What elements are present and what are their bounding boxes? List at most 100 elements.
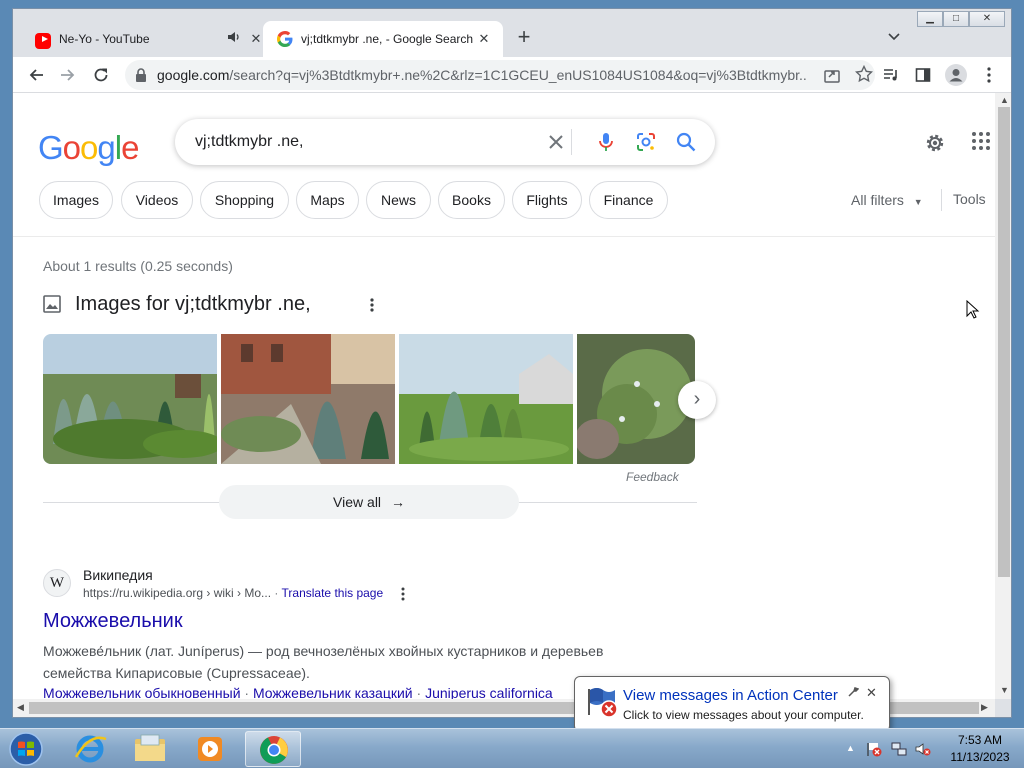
close-window-button[interactable]: ✕ [969,11,1005,27]
search-icon[interactable] [675,131,697,153]
clear-search-icon[interactable] [545,131,567,153]
chip-books[interactable]: Books [438,181,505,219]
chip-news[interactable]: News [366,181,431,219]
image-icon [43,295,61,313]
translate-link[interactable]: Translate this page [282,586,384,600]
address-bar[interactable]: google.com/search?q=vj%3Btdtkmybr+.ne%2C… [125,60,875,90]
file-explorer-icon[interactable] [122,731,178,767]
profile-avatar[interactable] [944,63,968,87]
image-result-thumbnail[interactable] [399,334,573,464]
options-wrench-icon[interactable] [847,685,860,697]
notification-close-button[interactable]: ✕ [866,685,877,701]
view-all-label: View all [333,494,382,510]
result-snippet: Можжеве́льник (лат. Juníperus) — род веч… [43,643,604,681]
feedback-link[interactable]: Feedback [626,470,679,484]
share-icon[interactable] [823,66,841,89]
tab-search-icon[interactable] [885,27,903,45]
internet-explorer-icon[interactable] [62,731,118,767]
all-filters-button[interactable]: All filters ▼ [851,192,923,208]
chip-videos[interactable]: Videos [121,181,193,219]
header-divider [13,236,995,237]
network-tray-icon[interactable] [891,741,907,757]
search-divider [571,129,572,155]
wikipedia-favicon[interactable]: W [43,569,71,597]
result-sitelinks: Можжевельник обыкновенный · Можжевельник… [43,685,553,699]
menu-kebab-icon[interactable] [977,63,1001,87]
voice-search-icon[interactable] [595,131,617,153]
action-center-flag-icon [585,685,619,719]
taskbar: ▲ 7:53 AM 11/13/2023 [0,728,1024,768]
media-player-icon[interactable] [182,731,238,767]
url-path: /search?q=vj%3Btdtkmybr+.ne%2C&rlz=1C1GC… [229,67,807,83]
side-panel-icon[interactable] [911,63,935,87]
sitelink[interactable]: Можжевельник обыкновенный [43,685,241,699]
sitelink-separator: · [416,685,426,699]
caret-down-icon: ▼ [913,197,923,207]
image-result-thumbnail[interactable] [43,334,217,464]
tab-title: vj;tdtkmybr .ne, - Google Search [301,32,474,46]
google-logo[interactable]: Google [38,129,139,167]
maximize-button[interactable]: □ [943,11,969,27]
volume-muted-tray-icon[interactable] [915,741,931,757]
result-site-name[interactable]: Википедия [83,567,153,583]
speaker-icon[interactable] [225,30,243,48]
tab-title: Ne-Yo - YouTube [59,32,150,46]
sitelink[interactable]: Можжевельник казацкий [253,685,413,699]
youtube-icon [35,33,51,49]
url-host: google.com [157,67,230,83]
browser-toolbar: google.com/search?q=vj%3Btdtkmybr+.ne%2C… [13,57,1011,93]
scroll-right-icon[interactable]: ▶ [981,702,988,713]
clock-date[interactable]: 11/13/2023 [940,750,1020,764]
filter-divider [941,189,942,211]
url-text[interactable]: google.com/search?q=vj%3Btdtkmybr+.ne%2C… [157,67,807,83]
more-options-icon[interactable] [369,297,379,313]
vertical-scroll-thumb[interactable] [998,107,1010,577]
notification-text: Click to view messages about your comput… [623,708,864,722]
reload-button[interactable] [89,63,113,87]
action-center-tray-icon[interactable] [866,741,882,757]
sitelink[interactable]: Juniperus californica [425,685,553,699]
chip-maps[interactable]: Maps [296,181,359,219]
bookmark-star-icon[interactable] [854,64,874,88]
chip-shopping[interactable]: Shopping [200,181,289,219]
result-title-link[interactable]: Можжевельник [43,610,183,633]
next-images-button[interactable]: › [678,381,716,419]
tab-google-search[interactable]: vj;tdtkmybr .ne, - Google Search ✕ [263,21,503,57]
minimize-button[interactable]: ▁ [917,11,943,27]
search-box[interactable]: vj;tdtkmybr .ne, [175,119,715,165]
notification-title[interactable]: View messages in Action Center [623,687,838,704]
scroll-up-icon[interactable]: ▲ [1000,95,1009,105]
scroll-left-icon[interactable]: ◀ [17,702,24,713]
close-tab-icon[interactable]: ✕ [475,30,493,48]
start-button[interactable] [4,730,48,768]
settings-gear-icon[interactable] [923,131,947,155]
google-apps-icon[interactable] [971,131,995,155]
result-url: https://ru.wikipedia.org › wiki › Mo... … [83,586,384,600]
media-control-icon[interactable] [879,63,903,87]
result-stats: About 1 results (0.25 seconds) [43,258,233,274]
result-more-icon[interactable] [400,587,406,601]
back-button[interactable] [24,63,48,87]
chip-images[interactable]: Images [39,181,113,219]
images-heading[interactable]: Images for vj;tdtkmybr .ne, [75,293,311,316]
chrome-taskbar-icon[interactable] [245,731,301,767]
tools-button[interactable]: Tools [953,191,986,207]
show-hidden-icons[interactable]: ▲ [846,743,855,753]
search-input[interactable]: vj;tdtkmybr .ne, [195,133,303,151]
arrow-right-icon: → [390,494,405,510]
forward-button[interactable] [56,63,80,87]
chip-finance[interactable]: Finance [589,181,668,219]
view-all-button[interactable]: View all → [219,485,519,519]
lock-icon[interactable] [135,68,149,82]
scroll-down-icon[interactable]: ▼ [1000,685,1009,695]
lens-search-icon[interactable] [635,131,657,153]
action-center-notification[interactable]: View messages in Action Center Click to … [574,676,890,732]
chip-flights[interactable]: Flights [512,181,582,219]
clock-time[interactable]: 7:53 AM [950,733,1010,747]
image-result-thumbnail[interactable] [221,334,395,464]
tab-youtube[interactable]: Ne-Yo - YouTube ✕ [21,21,265,57]
vertical-scrollbar[interactable]: ▲ ▼ [995,93,1011,699]
new-tab-button[interactable]: + [513,26,535,48]
page-content: Google vj;tdtkmybr .ne, Images Videos Sh… [13,93,995,699]
result-url-text[interactable]: https://ru.wikipedia.org › wiki › Mo... [83,586,271,600]
